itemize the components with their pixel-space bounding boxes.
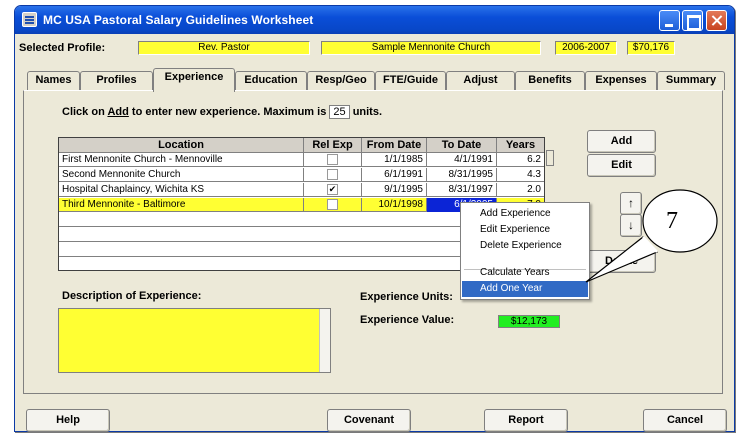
callout-number: 7 [666,208,678,234]
callout-bubble [585,189,718,283]
callout-pointer [585,236,659,283]
callout-ellipse [642,189,718,253]
